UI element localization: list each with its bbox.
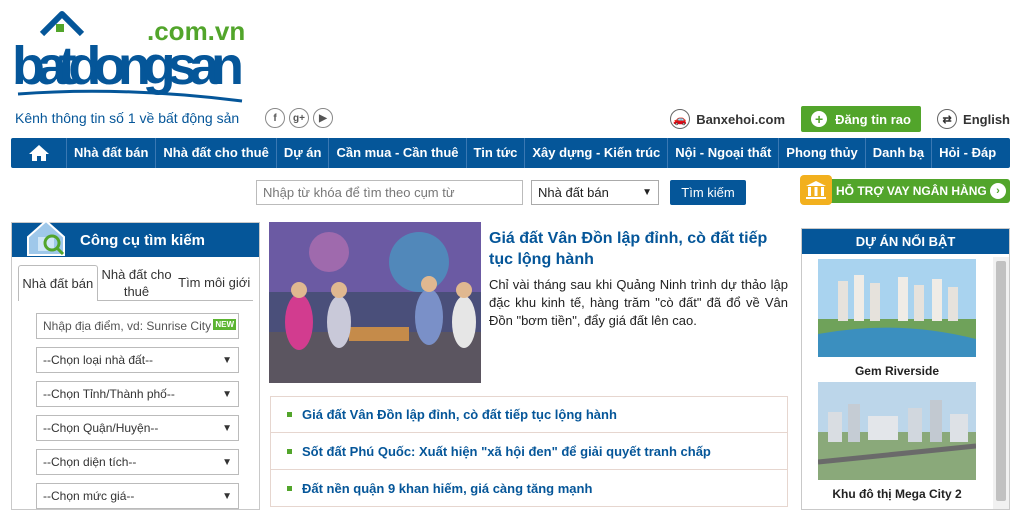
- project-card[interactable]: Gem Riverside: [818, 259, 976, 382]
- project-image: [817, 382, 977, 480]
- district-select[interactable]: --Chọn Quận/Huyện-- ▼: [36, 415, 239, 441]
- price-select[interactable]: --Chọn mức giá-- ▼: [36, 483, 239, 509]
- news-item[interactable]: Giá đất Vân Đồn lập đỉnh, cò đất tiếp tụ…: [270, 396, 788, 433]
- caret-down-icon: ▼: [222, 388, 232, 400]
- nav-item-phong-thuy[interactable]: Phong thủy: [779, 138, 866, 168]
- batdongsan-logo[interactable]: .com.vn batdongsan: [12, 6, 247, 106]
- nav-item-danh-ba[interactable]: Danh bạ: [866, 138, 933, 168]
- nav-item-xay-dung-kien-truc[interactable]: Xây dựng - Kiến trúc: [525, 138, 669, 168]
- search-tool-tabs: Nhà đất bán Nhà đất cho thuê Tìm môi giớ…: [18, 265, 254, 301]
- banxehoi-link[interactable]: 🚗 Banxehoi.com: [670, 109, 785, 129]
- banxehoi-label: Banxehoi.com: [696, 111, 786, 127]
- tab-nha-dat-ban[interactable]: Nhà đất bán: [18, 265, 98, 301]
- category-select-value: Nhà đất bán: [538, 185, 609, 200]
- news-item-title: Giá đất Vân Đồn lập đỉnh, cò đất tiếp tụ…: [302, 407, 617, 422]
- tab-nha-dat-cho-thue[interactable]: Nhà đất cho thuê: [97, 265, 176, 301]
- chevron-right-icon: ›: [990, 183, 1006, 199]
- project-name: Khu đô thị Mega City 2: [832, 487, 962, 501]
- tab-tim-moi-gioi[interactable]: Tìm môi giới: [175, 265, 254, 301]
- tagline: Kênh thông tin số 1 về bất động sản: [15, 110, 240, 126]
- new-badge: NEW: [213, 319, 236, 330]
- featured-article-image[interactable]: [269, 222, 481, 383]
- search-tool-header: Công cụ tìm kiếm: [12, 219, 259, 257]
- caret-down-icon: ▼: [222, 456, 232, 468]
- logo-text: batdongsan: [12, 36, 244, 96]
- keyword-search-input[interactable]: [256, 180, 523, 205]
- language-switch[interactable]: ⇄ English: [937, 109, 1010, 129]
- district-value: --Chọn Quận/Huyện--: [43, 421, 159, 435]
- featured-projects-panel: DỰ ÁN NỔI BẬT Gem Riverside Khu đô thị M…: [801, 228, 1010, 510]
- header-actions: 🚗 Banxehoi.com + Đăng tin rao ⇄ English: [670, 106, 1010, 132]
- nav-item-noi-ngoai-that[interactable]: Nội - Ngoại thất: [668, 138, 780, 168]
- nav-item-tin-tuc[interactable]: Tin tức: [467, 138, 526, 168]
- province-value: --Chọn Tỉnh/Thành phố--: [43, 387, 175, 401]
- project-image: [818, 259, 976, 357]
- language-label: English: [963, 111, 1010, 127]
- bullet-icon: [287, 485, 292, 491]
- location-placeholder: Nhập địa điểm, vd: Sunrise City: [43, 319, 212, 333]
- news-list: Giá đất Vân Đồn lập đỉnh, cò đất tiếp tụ…: [270, 396, 788, 507]
- caret-down-icon: ▼: [222, 490, 232, 502]
- bank-loan-banner[interactable]: HỖ TRỢ VAY NGÂN HÀNG ›: [800, 175, 1010, 205]
- project-card[interactable]: Khu đô thị Mega City 2: [817, 382, 977, 505]
- facebook-icon[interactable]: f: [265, 108, 285, 128]
- location-input[interactable]: Nhập địa điểm, vd: Sunrise City NEW: [36, 313, 239, 339]
- area-value: --Chọn diện tích--: [43, 455, 137, 469]
- bank-loan-label: HỖ TRỢ VAY NGÂN HÀNG: [836, 184, 987, 198]
- project-name: Gem Riverside: [854, 364, 940, 378]
- caret-down-icon: ▼: [642, 187, 652, 198]
- featured-article-summary: Chỉ vài tháng sau khi Quảng Ninh trình d…: [489, 277, 788, 328]
- search-button[interactable]: Tìm kiếm: [670, 180, 746, 205]
- category-select[interactable]: Nhà đất bán ▼: [531, 180, 659, 205]
- swap-icon: ⇄: [937, 109, 958, 129]
- post-listing-label: Đăng tin rao: [835, 111, 911, 127]
- nav-item-can-mua-can-thue[interactable]: Cần mua - Cần thuê: [329, 138, 467, 168]
- bullet-icon: [287, 448, 292, 454]
- car-icon: 🚗: [670, 109, 691, 129]
- nav-item-hoi-dap[interactable]: Hỏi - Đáp: [932, 138, 1003, 168]
- province-select[interactable]: --Chọn Tỉnh/Thành phố-- ▼: [36, 381, 239, 407]
- search-tool-panel: Công cụ tìm kiếm Nhà đất bán Nhà đất cho…: [11, 219, 260, 510]
- news-item[interactable]: Sốt đất Phú Quốc: Xuất hiện "xã hội đen"…: [270, 433, 788, 470]
- area-select[interactable]: --Chọn diện tích-- ▼: [36, 449, 239, 475]
- featured-article-title[interactable]: Giá đất Vân Đồn lập đỉnh, cò đất tiếp tụ…: [489, 228, 789, 270]
- googleplus-icon[interactable]: g+: [289, 108, 309, 128]
- nav-item-nha-dat-cho-thue[interactable]: Nhà đất cho thuê: [156, 138, 277, 168]
- scrollbar-thumb[interactable]: [996, 261, 1006, 501]
- search-tool-title: Công cụ tìm kiếm: [80, 231, 206, 249]
- caret-down-icon: ▼: [222, 422, 232, 434]
- social-links: f g+ ▶: [265, 108, 333, 128]
- featured-projects-title: DỰ ÁN NỔI BẬT: [802, 229, 1009, 254]
- price-value: --Chọn mức giá--: [43, 489, 135, 503]
- home-icon[interactable]: [11, 138, 67, 168]
- post-listing-button[interactable]: + Đăng tin rao: [801, 106, 922, 132]
- news-item-title: Sốt đất Phú Quốc: Xuất hiện "xã hội đen"…: [302, 443, 711, 459]
- property-type-select[interactable]: --Chọn loại nhà đất-- ▼: [36, 347, 239, 373]
- main-nav: Nhà đất bán Nhà đất cho thuê Dự án Cần m…: [11, 138, 1010, 168]
- house-search-icon: [27, 219, 65, 256]
- nav-item-du-an[interactable]: Dự án: [277, 138, 330, 168]
- property-type-value: --Chọn loại nhà đất--: [43, 353, 154, 367]
- plus-icon: +: [811, 111, 828, 127]
- bullet-icon: [287, 412, 292, 417]
- caret-down-icon: ▼: [222, 354, 232, 366]
- bank-icon: [800, 175, 832, 205]
- youtube-icon[interactable]: ▶: [313, 108, 333, 128]
- nav-item-nha-dat-ban[interactable]: Nhà đất bán: [67, 138, 157, 168]
- projects-scrollbar[interactable]: [993, 257, 1009, 509]
- news-item-title: Đất nền quận 9 khan hiếm, giá càng tăng …: [302, 480, 593, 496]
- news-item[interactable]: Đất nền quận 9 khan hiếm, giá càng tăng …: [270, 470, 788, 507]
